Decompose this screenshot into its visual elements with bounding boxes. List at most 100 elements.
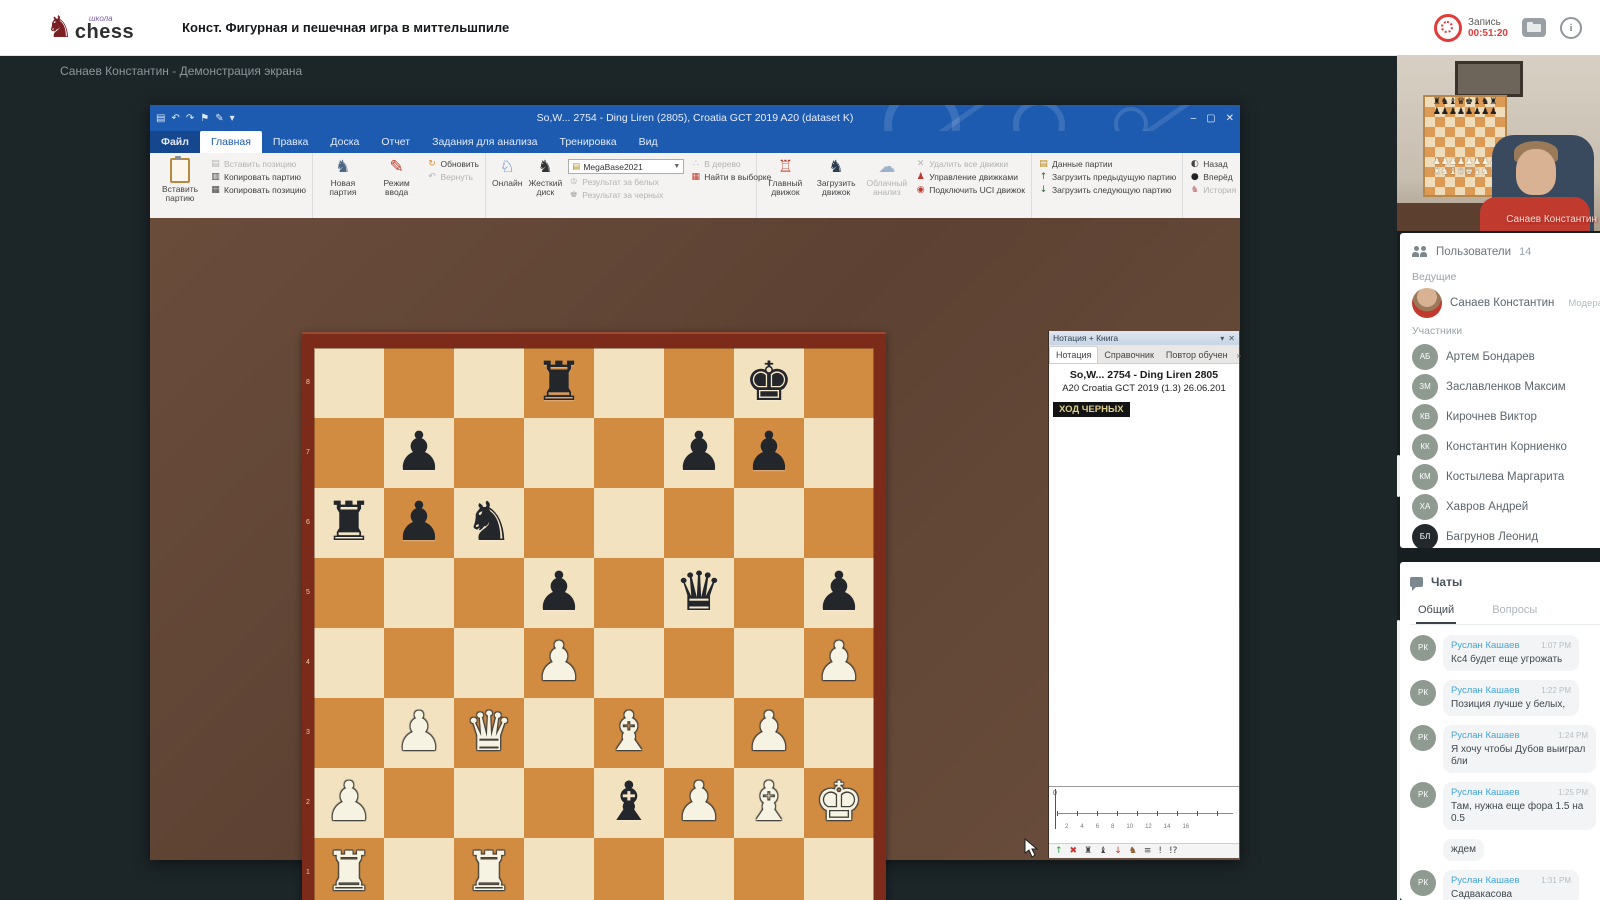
black-knight[interactable]: ♞ [454, 488, 524, 558]
info-icon[interactable]: i [1560, 17, 1582, 39]
paste-position-button[interactable]: ▤Вставить позицию [210, 159, 306, 169]
revert-button[interactable]: ↶Вернуть [427, 172, 480, 182]
forward-button[interactable]: ●Вперёд [1189, 172, 1236, 182]
panel-close-icon[interactable]: ✕ [1228, 334, 1235, 343]
notation-content[interactable]: So,W... 2754 - Ding Liren 2805 A20 Croat… [1049, 364, 1239, 786]
load-engine-button[interactable]: ♞ Загрузить движок [814, 156, 859, 197]
eval-down-icon[interactable]: ↓ [1114, 846, 1122, 856]
result-white-button[interactable]: ♔Результат за белых [568, 177, 684, 187]
chat-messages[interactable]: РК Руслан Кашаев 1:07 PM Кс4 будет еще у… [1410, 625, 1600, 900]
tab-view[interactable]: Вид [628, 131, 669, 153]
notation-panel-header[interactable]: Нотация + Книга ▾ ✕ [1049, 331, 1239, 345]
users-scrollbar[interactable] [1397, 455, 1400, 497]
hard-disk-search-button[interactable]: ♞ Жесткий диск [528, 156, 562, 197]
message-author[interactable]: Руслан Кашаев [1451, 640, 1520, 651]
participant-row[interactable]: КМ Костылева Маргарита [1412, 463, 1600, 491]
black-pawn[interactable]: ♟ [524, 558, 594, 628]
tab-notation[interactable]: Нотация [1049, 346, 1098, 363]
collapse-icon[interactable]: ▾ [1220, 334, 1224, 343]
paste-game-button[interactable]: Вставить партию [156, 156, 204, 203]
load-previous-game-button[interactable]: ↑Загрузить предыдущую партию [1038, 172, 1176, 182]
tab-reference[interactable]: Справочник [1098, 347, 1160, 363]
copy-game-button[interactable]: ▥Копировать партию [210, 172, 306, 182]
refresh-button[interactable]: ↻Обновить [427, 159, 480, 169]
participant-row[interactable]: КВ Кирочнев Виктор [1412, 403, 1600, 431]
quickbar-dropdown-icon[interactable]: ▾ [230, 113, 235, 124]
evaluation-graph[interactable]: 0 2 4 6 8 10 12 14 16 [1049, 786, 1239, 843]
brand-logo[interactable]: ♞ школа chess [46, 13, 134, 43]
white-pawn[interactable]: ♟ [664, 768, 734, 838]
participant-row[interactable]: КК Константин Корниенко [1412, 433, 1600, 461]
flag-icon[interactable]: ⚑ [200, 113, 209, 124]
maximize-button[interactable]: ▢ [1206, 113, 1215, 124]
tab-report[interactable]: Отчет [370, 131, 421, 153]
game-data-button[interactable]: ▤Данные партии [1038, 159, 1176, 169]
new-game-button[interactable]: ♞ Новая партия [319, 156, 367, 197]
white-pawn[interactable]: ♟ [384, 698, 454, 768]
message-author[interactable]: Руслан Кашаев [1451, 787, 1520, 798]
files-folder-icon[interactable] [1522, 18, 1546, 37]
tab-general-chat[interactable]: Общий [1416, 598, 1456, 624]
black-rook[interactable]: ♜ [524, 348, 594, 418]
online-search-button[interactable]: ♘ Онлайн [492, 156, 522, 188]
tab-training-repeat[interactable]: Повтор обучен [1160, 347, 1234, 363]
participant-row[interactable]: БЛ Багрунов Леонид [1412, 523, 1600, 548]
tab-edit[interactable]: Правка [262, 131, 319, 153]
black-rook[interactable]: ♜ [314, 488, 384, 558]
black-pawn[interactable]: ♟ [734, 418, 804, 488]
copy-position-button[interactable]: ▦Копировать позицию [210, 185, 306, 195]
host-row[interactable]: Санаев Константин Модератор [1412, 289, 1600, 317]
result-black-button[interactable]: ♚Результат за черных [568, 190, 684, 200]
white-bishop[interactable]: ♝ [594, 698, 664, 768]
load-next-game-button[interactable]: ↓Загрузить следующую партию [1038, 185, 1176, 195]
presenter-video[interactable]: ♜♞♝♛♚♝♞♜♟♟♟♟♟♟♟♟♟♟♟♟♟♟♟♟♜♞♝♛♚♝♞♜ Санаев … [1397, 55, 1600, 231]
recording-indicator[interactable]: Запись 00:51:20 [1434, 14, 1508, 42]
history-button[interactable]: ♞История [1189, 185, 1236, 195]
chat-scrollbar[interactable] [1397, 620, 1400, 900]
manage-engines-button[interactable]: ♟Управление движками [915, 172, 1025, 182]
black-pawn[interactable]: ♟ [384, 488, 454, 558]
message-author[interactable]: Руслан Кашаев [1451, 875, 1520, 886]
white-king[interactable]: ♚ [804, 768, 874, 838]
lines-icon[interactable]: ≡ [1144, 846, 1152, 856]
participant-row[interactable]: ХА Хавров Андрей [1412, 493, 1600, 521]
window-title-bar[interactable]: So,W... 2754 - Ding Liren (2805), Croati… [150, 105, 1240, 131]
black-bishop[interactable]: ♝ [594, 768, 664, 838]
tab-training[interactable]: Тренировка [549, 131, 628, 153]
cloud-analysis-button[interactable]: ☁ Облачный анализ [864, 156, 909, 197]
white-pawn[interactable]: ♟ [314, 768, 384, 838]
tab-analysis-tasks[interactable]: Задания для анализа [421, 131, 548, 153]
tab-home[interactable]: Главная [200, 131, 262, 153]
participant-row[interactable]: АБ Артем Бондарев [1412, 343, 1600, 371]
white-pawn[interactable]: ♟ [524, 628, 594, 698]
black-queen[interactable]: ♛ [664, 558, 734, 628]
main-engine-button[interactable]: ♖ Главный движок [763, 156, 808, 197]
interesting-move-icon[interactable]: !? [1169, 846, 1177, 856]
tab-file[interactable]: Файл [150, 131, 200, 153]
black-pawn[interactable]: ♟ [804, 558, 874, 628]
black-king[interactable]: ♚ [734, 348, 804, 418]
edit-icon[interactable]: ✎ [215, 113, 223, 124]
white-queen[interactable]: ♛ [454, 698, 524, 768]
database-select[interactable]: ▤ MegaBase2021 ▼ [568, 159, 684, 174]
bishop-annotation-icon[interactable]: ♝ [1099, 846, 1107, 856]
white-pawn[interactable]: ♟ [804, 628, 874, 698]
minimize-button[interactable]: – [1191, 113, 1197, 124]
tabs-overflow-icon[interactable]: » [1234, 348, 1244, 363]
white-bishop[interactable]: ♝ [734, 768, 804, 838]
good-move-icon[interactable]: ! [1158, 846, 1162, 856]
white-rook[interactable]: ♜ [454, 838, 524, 900]
rook-annotation-icon[interactable]: ♜ [1084, 846, 1092, 856]
message-author[interactable]: Руслан Кашаев [1451, 685, 1520, 696]
redo-icon[interactable]: ↷ [186, 113, 194, 124]
message-author[interactable]: Руслан Кашаев [1451, 730, 1520, 741]
back-button[interactable]: ◐Назад [1189, 159, 1236, 169]
black-pawn[interactable]: ♟ [384, 418, 454, 488]
delete-icon[interactable]: ✖ [1070, 846, 1078, 856]
black-pawn[interactable]: ♟ [664, 418, 734, 488]
participant-row[interactable]: ЗМ Заславленков Максим [1412, 373, 1600, 401]
close-button[interactable]: ✕ [1226, 113, 1234, 124]
white-pawn[interactable]: ♟ [734, 698, 804, 768]
white-rook[interactable]: ♜ [314, 838, 384, 900]
save-icon[interactable]: ▤ [156, 113, 165, 124]
